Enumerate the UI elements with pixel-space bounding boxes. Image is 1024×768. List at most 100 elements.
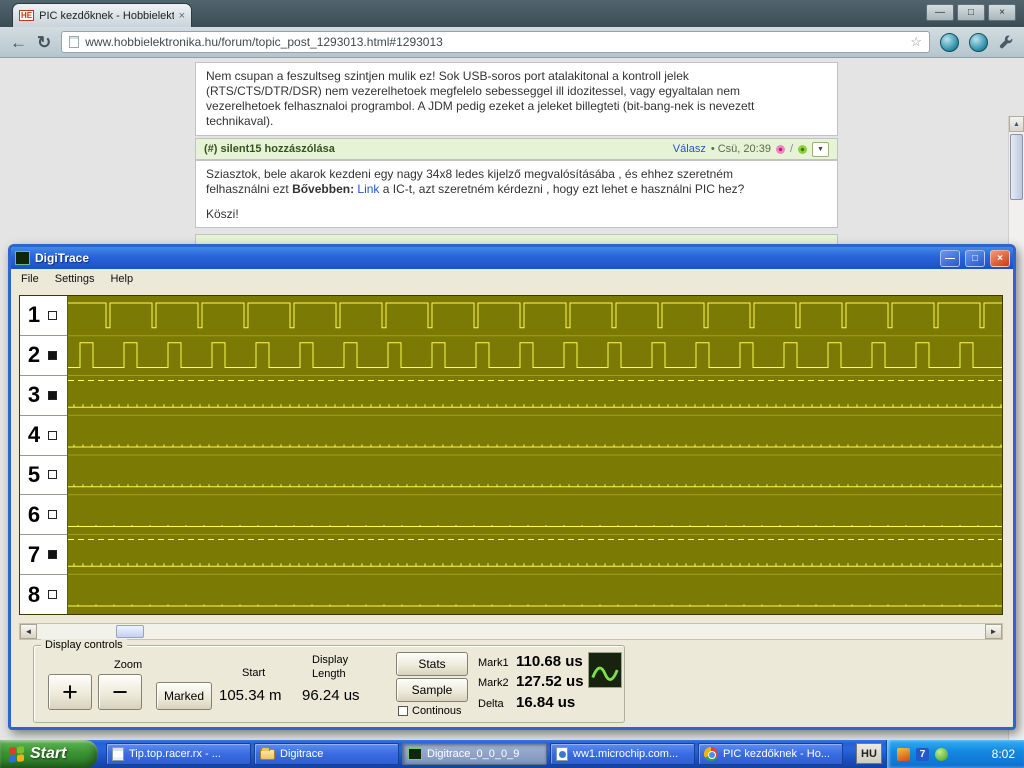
task-button-browser[interactable]: PIC kezdőknek - Ho... [698,743,843,765]
delta-label: Delta [478,698,504,710]
trace-horizontal-scrollbar[interactable]: ◄ ► [19,623,1003,640]
browser-toolbar: ← ↻ www.hobbielektronika.hu/forum/topic_… [0,27,1024,58]
channel-number: 2 [27,342,41,368]
menu-file[interactable]: File [13,271,47,287]
post-text-line: Nem csupan a feszultseg szintjen mulik e… [206,69,689,83]
digitrace-window: DigiTrace — □ × File Settings Help 1 2 3… [8,244,1016,730]
channel-checkbox[interactable] [48,510,57,520]
channel-checkbox[interactable] [48,310,57,320]
scroll-right-icon[interactable]: ► [985,624,1002,639]
maximize-icon[interactable]: □ [965,249,985,267]
green-status-icon[interactable] [935,747,948,761]
continous-checkbox[interactable] [398,706,408,716]
post-text-line: Köszi! [206,207,239,221]
scrollbar-thumb[interactable] [116,625,144,638]
channel-row-3: 3 [20,376,67,416]
forum-post-quote: Nem csupan a feszultseg szintjen mulik e… [195,62,838,136]
continous-checkbox-row: Continous [398,705,462,717]
digitrace-logo [588,652,622,688]
post-text: felhasználni ezt [206,182,293,196]
folder-icon [260,746,275,760]
task-button-label: Tip.top.racer.rx - ... [129,748,221,760]
flower-icon[interactable] [775,144,785,154]
minimize-icon[interactable]: — [926,4,954,21]
start-label: Start [242,667,266,679]
taskbar: Start Tip.top.racer.rx - ... Digitrace D… [0,740,1024,768]
scrollbar-thumb[interactable] [1010,134,1023,200]
menu-help[interactable]: Help [102,271,141,287]
task-button-digitrace-folder[interactable]: Digitrace [254,743,399,765]
seven-badge-icon[interactable]: 7 [916,747,929,761]
post-author[interactable]: (#) silent15 hozzászólása [204,143,668,155]
mark1-value: 110.68 us [516,653,583,670]
mark2-value: 127.52 us [516,673,584,690]
start-button[interactable]: Start [0,740,98,768]
language-indicator[interactable]: HU [856,743,882,764]
channel-checkbox[interactable] [48,390,57,400]
channel-label-column: 1 2 3 4 5 6 7 8 [20,296,68,614]
menu-settings[interactable]: Settings [47,271,103,287]
channel-row-5: 5 [20,456,67,496]
start-label: Start [30,745,67,762]
separator-slash: / [789,143,793,155]
digitrace-app-icon [15,251,30,265]
digitrace-icon [408,748,422,760]
url-bar[interactable]: www.hobbielektronika.hu/forum/topic_post… [61,31,930,53]
scroll-up-icon[interactable]: ▲ [1009,116,1024,132]
channel-number: 4 [27,422,41,448]
url-text[interactable]: www.hobbielektronika.hu/forum/topic_post… [85,35,904,49]
windows-flag-icon [9,745,24,763]
restore-icon[interactable]: □ [957,4,985,21]
task-button-tiptop[interactable]: Tip.top.racer.rx - ... [106,743,251,765]
channel-number: 1 [27,302,41,328]
mark1-label: Mark1 [478,657,509,669]
channel-checkbox[interactable] [48,550,57,560]
zoom-out-button[interactable]: − [98,674,142,710]
forum-post-body: Sziasztok, bele akarok kezdeni egy nagy … [195,160,838,228]
shield-icon[interactable] [897,747,910,761]
logic-trace-plot[interactable] [68,296,1002,614]
post-text: Sziasztok, bele akarok kezdeni egy nagy … [206,167,733,181]
channel-checkbox[interactable] [48,470,57,480]
minimize-icon[interactable]: — [940,249,960,267]
post-text-line: technikaval). [206,114,274,128]
close-icon[interactable]: × [988,4,1016,21]
post-link[interactable]: Link [354,182,379,196]
continous-label: Continous [412,705,462,717]
reply-link[interactable]: Válasz [673,143,706,155]
task-button-microchip[interactable]: ww1.microchip.com... [550,743,695,765]
channel-checkbox[interactable] [48,350,57,360]
channel-row-8: 8 [20,575,67,614]
task-buttons: Tip.top.racer.rx - ... Digitrace Digitra… [106,743,843,765]
close-icon[interactable]: × [990,249,1010,267]
reload-icon[interactable]: ↻ [37,34,51,51]
display-length-label-2: Length [312,668,346,680]
scroll-left-icon[interactable]: ◄ [20,624,37,639]
channel-checkbox[interactable] [48,590,57,600]
document-icon [112,747,124,761]
channel-row-6: 6 [20,495,67,536]
task-button-label: Digitrace_0_0_0_9 [427,748,520,760]
zoom-in-button[interactable]: + [48,674,92,710]
browser-tabstrip: HE PIC kezdőknek - Hobbielektroni × — □ … [0,0,1024,27]
channel-row-7: 7 [20,535,67,576]
leaf-icon[interactable] [798,144,807,154]
extension-icon-1[interactable] [940,32,959,52]
browser-tab[interactable]: HE PIC kezdőknek - Hobbielektroni × [12,3,192,27]
back-icon[interactable]: ← [10,34,27,51]
bookmark-star-icon[interactable]: ☆ [910,34,922,50]
post-options-dropdown[interactable]: ▼ [812,141,829,157]
digitrace-titlebar[interactable]: DigiTrace — □ × [11,247,1013,269]
channel-checkbox[interactable] [48,430,57,440]
wrench-menu-icon[interactable] [998,34,1014,50]
channel-number: 5 [27,461,41,487]
group-label: Display controls [41,639,127,651]
marked-button[interactable]: Marked [156,682,212,710]
sample-button[interactable]: Sample [396,678,468,702]
page-icon [69,36,80,48]
tab-close-icon[interactable]: × [179,10,185,22]
channel-number: 3 [27,382,41,408]
task-button-digitrace-app[interactable]: Digitrace_0_0_0_9 [402,743,547,765]
extension-icon-2[interactable] [969,32,988,52]
stats-button[interactable]: Stats [396,652,468,676]
